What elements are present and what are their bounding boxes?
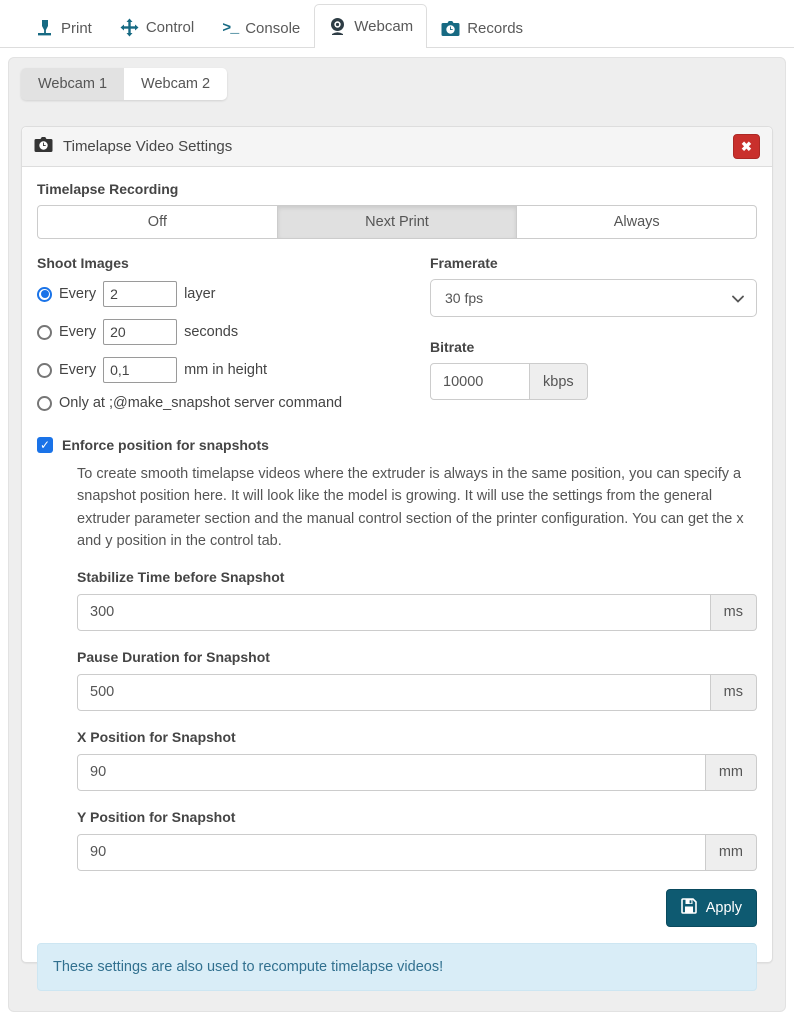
main-tabbar: Print Control >_ Console xyxy=(0,0,794,48)
pause-duration-unit: ms xyxy=(711,674,757,711)
framerate-select[interactable]: 30 fps xyxy=(430,279,757,317)
timelapse-recording-label: Timelapse Recording xyxy=(37,181,757,197)
recompute-note-alert: These settings are also used to recomput… xyxy=(37,943,757,991)
subtab-label: Webcam 1 xyxy=(38,76,107,92)
seconds-interval-input[interactable] xyxy=(103,319,177,345)
close-icon[interactable]: ✖ xyxy=(733,134,760,159)
timelapse-settings-panel: Timelapse Video Settings ✖ Timelapse Rec… xyxy=(21,126,773,963)
shoot-images-section: Shoot Images Every layer Every seconds xyxy=(37,255,392,423)
chevron-down-icon xyxy=(732,290,744,306)
framerate-value: 30 fps xyxy=(445,290,483,306)
shoot-option-height: Every mm in height xyxy=(37,357,392,383)
recording-off-button[interactable]: Off xyxy=(37,205,278,239)
radio-prefix: Every xyxy=(59,286,96,302)
radio-suffix: mm in height xyxy=(184,362,267,378)
stabilize-time-unit: ms xyxy=(711,594,757,631)
console-icon: >_ xyxy=(222,20,238,37)
panel-header: Timelapse Video Settings ✖ xyxy=(22,127,772,167)
radio-prefix: Every xyxy=(59,324,96,340)
bitrate-group: kbps xyxy=(430,363,757,400)
records-icon xyxy=(441,20,460,37)
bitrate-unit: kbps xyxy=(530,363,588,400)
panel-title-text: Timelapse Video Settings xyxy=(63,138,232,155)
radio-suffix: seconds xyxy=(184,324,238,340)
bitrate-label: Bitrate xyxy=(430,339,757,355)
x-position-label: X Position for Snapshot xyxy=(77,729,757,745)
subtab-webcam-1[interactable]: Webcam 1 xyxy=(21,68,124,100)
framerate-label: Framerate xyxy=(430,255,757,271)
recording-always-button[interactable]: Always xyxy=(517,205,757,239)
stabilize-time-label: Stabilize Time before Snapshot xyxy=(77,569,757,585)
tab-label: Webcam xyxy=(354,18,413,35)
y-position-field: Y Position for Snapshot mm xyxy=(77,809,757,871)
y-position-label: Y Position for Snapshot xyxy=(77,809,757,825)
radio-suffix: layer xyxy=(184,286,215,302)
y-position-input[interactable] xyxy=(77,834,706,871)
tab-webcam[interactable]: Webcam xyxy=(314,4,427,48)
apply-label: Apply xyxy=(706,900,742,916)
x-position-input[interactable] xyxy=(77,754,706,791)
radio-prefix: Only at ;@make_snapshot server command xyxy=(59,395,342,411)
tab-label: Console xyxy=(245,20,300,37)
radio-every-seconds[interactable] xyxy=(37,325,52,340)
webcam-subtabs: Webcam 1 Webcam 2 xyxy=(21,68,227,100)
panel-body: Timelapse Recording Off Next Print Alway… xyxy=(22,167,772,1005)
enforce-position-description: To create smooth timelapse videos where … xyxy=(77,463,747,553)
stabilize-time-field: Stabilize Time before Snapshot ms xyxy=(77,569,757,631)
shoot-images-label: Shoot Images xyxy=(37,255,392,271)
radio-every-mm[interactable] xyxy=(37,363,52,378)
webcam-tab-content: Webcam 1 Webcam 2 Timelapse Video Settin… xyxy=(8,57,786,1012)
timelapse-camera-icon xyxy=(34,136,53,157)
webcam-icon xyxy=(328,17,347,36)
x-position-field: X Position for Snapshot mm xyxy=(77,729,757,791)
stabilize-time-input[interactable] xyxy=(77,594,711,631)
pause-duration-field: Pause Duration for Snapshot ms xyxy=(77,649,757,711)
subtab-webcam-2[interactable]: Webcam 2 xyxy=(124,68,227,100)
shoot-option-layer: Every layer xyxy=(37,281,392,307)
recording-next-print-button[interactable]: Next Print xyxy=(278,205,518,239)
subtab-label: Webcam 2 xyxy=(141,76,210,92)
apply-button[interactable]: Apply xyxy=(666,889,757,927)
control-icon xyxy=(120,18,139,37)
tab-label: Control xyxy=(146,19,194,36)
radio-every-layer[interactable] xyxy=(37,287,52,302)
print-icon xyxy=(36,19,54,37)
y-position-unit: mm xyxy=(706,834,757,871)
save-icon xyxy=(681,898,697,918)
layer-interval-input[interactable] xyxy=(103,281,177,307)
radio-server-command[interactable] xyxy=(37,396,52,411)
apply-row: Apply xyxy=(37,889,757,927)
pause-duration-label: Pause Duration for Snapshot xyxy=(77,649,757,665)
tab-records[interactable]: Records xyxy=(427,8,537,48)
tab-label: Print xyxy=(61,20,92,37)
pause-duration-input[interactable] xyxy=(77,674,711,711)
tab-label: Records xyxy=(467,20,523,37)
shoot-option-command: Only at ;@make_snapshot server command xyxy=(37,395,392,411)
tab-console[interactable]: >_ Console xyxy=(208,8,314,48)
bitrate-input[interactable] xyxy=(430,363,530,400)
radio-prefix: Every xyxy=(59,362,96,378)
x-position-unit: mm xyxy=(706,754,757,791)
enforce-position-label: Enforce position for snapshots xyxy=(62,437,269,453)
shoot-option-seconds: Every seconds xyxy=(37,319,392,345)
recording-mode-group: Off Next Print Always xyxy=(37,205,757,239)
enforce-position-row: ✓ Enforce position for snapshots xyxy=(37,437,757,453)
enforce-position-checkbox[interactable]: ✓ xyxy=(37,437,53,453)
panel-title: Timelapse Video Settings xyxy=(34,136,232,157)
tab-print[interactable]: Print xyxy=(22,7,106,48)
height-interval-input[interactable] xyxy=(103,357,177,383)
encode-settings-section: Framerate 30 fps Bitrate kbps xyxy=(430,255,757,423)
tab-control[interactable]: Control xyxy=(106,6,208,48)
